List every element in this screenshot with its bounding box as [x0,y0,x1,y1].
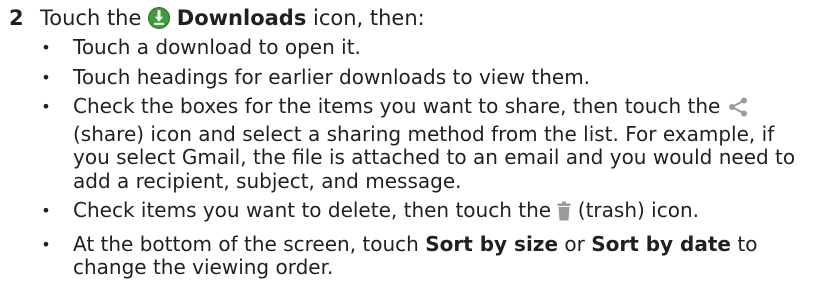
list-item-text-part1: Check items you want to delete, then tou… [73,198,558,222]
step-header: 2 Touch the Downloads icon, then: [0,0,821,36]
bullet-dot: • [41,38,51,57]
downloads-icon [148,7,171,36]
list-item: • At the bottom of the screen, touch Sor… [0,231,821,280]
list-item-text-part2: (trash) icon. [571,198,699,222]
list-item-text-part2: or [558,231,592,256]
sort-by-size-label: Sort by size [425,231,559,256]
list-item: • Touch headings for earlier downloads t… [0,64,821,90]
list-item: • Check items you want to delete, then t… [0,198,821,227]
trash-icon [557,201,571,227]
step-intro: Touch the Downloads icon, then: [40,4,425,36]
bullet-dot: • [41,201,51,220]
downloads-label: Downloads [176,6,307,30]
instruction-list: • Touch a download to open it. • Touch h… [0,35,821,286]
instruction-step: 2 Touch the Downloads icon, then: • Touc… [0,0,821,279]
step-intro-prefix: Touch the [40,6,149,30]
step-intro-suffix: icon, then: [306,6,425,30]
bullet-dot: • [41,97,51,116]
list-item: • Check the boxes for the items you want… [0,94,821,193]
list-item-text: Touch a download to open it. [73,35,361,59]
list-item-text-part1: Check the boxes for the items you want t… [73,94,727,118]
bullet-dot: • [41,234,51,254]
list-item-text-part2: (share) icon and select a sharing method… [73,121,796,193]
bullet-dot: • [41,67,51,87]
list-item-text: Touch headings for earlier downloads to … [73,64,591,89]
share-icon [727,97,749,123]
list-item: • Touch a download to open it. [0,35,821,60]
step-number: 2 [9,6,24,30]
sort-by-date-label: Sort by date [591,231,731,256]
list-item-text-part1: At the bottom of the screen, touch [73,231,426,256]
